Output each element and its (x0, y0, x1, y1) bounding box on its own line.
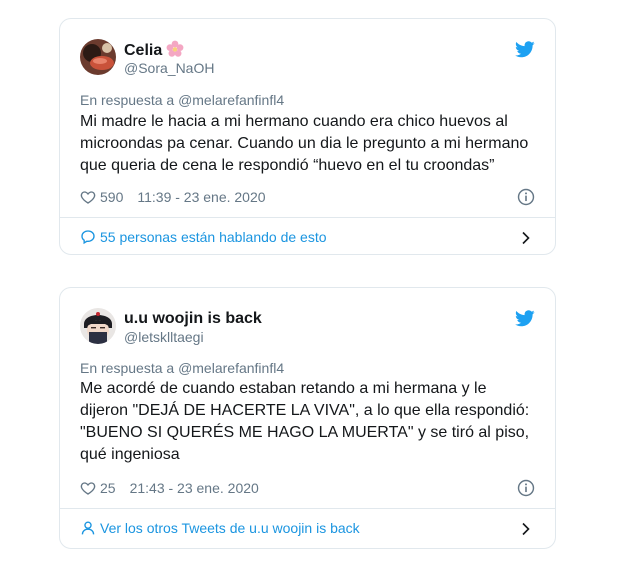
tweet-meta: 590 11:39 - 23 ene. 2020 (80, 187, 266, 207)
tweet-text-line: microondas pa cenar. Cuando un dia le pr… (80, 135, 529, 152)
reply-mention-link[interactable]: @melarefanfinfl4 (178, 360, 284, 376)
tweet-text-line: "BUENO SI QUERÉS ME HAGO LA MUERTA" y se… (80, 424, 530, 441)
like-count: 590 (100, 189, 124, 205)
conversation-link[interactable]: 55 personas están hablando de esto (60, 217, 555, 257)
reply-prefix: En respuesta a (80, 360, 175, 376)
tweet-text: Mi madre le hacia a mi hermano cuando er… (80, 111, 540, 177)
reply-context: En respuesta a @melarefanfinfl4 (80, 91, 284, 109)
tweet-text-line: que queria de cena le respondió “huevo e… (80, 157, 495, 174)
reply-context: En respuesta a @melarefanfinfl4 (80, 359, 284, 377)
like-button[interactable]: 590 (80, 187, 123, 207)
timestamp[interactable]: 21:43 - 23 ene. 2020 (130, 480, 259, 496)
twitter-bird-icon[interactable] (515, 41, 535, 58)
tweet-card[interactable]: u.u woojin is back @letsklltaegi En resp… (59, 287, 556, 549)
tweet-text-line: dijeron "DEJÁ DE HACERTE LA VIVA", a lo … (80, 402, 530, 419)
user-handle[interactable]: @letsklltaegi (124, 329, 204, 346)
tweet-text-line: qué ingeniosa (80, 446, 180, 463)
twitter-bird-icon[interactable] (515, 310, 535, 327)
tweet-text-line: Me acordé de cuando estaban retando a mi… (80, 380, 487, 397)
tweet-meta: 25 21:43 - 23 ene. 2020 (80, 478, 259, 498)
person-icon (81, 521, 95, 535)
conversation-link-text[interactable]: 55 personas están hablando de esto (100, 228, 327, 246)
tweet-text-line: Mi madre le hacia a mi hermano cuando er… (80, 113, 508, 130)
heart-icon (80, 191, 96, 204)
timestamp[interactable]: 11:39 - 23 ene. 2020 (137, 189, 265, 205)
reply-mention-link[interactable]: @melarefanfinfl4 (178, 92, 284, 108)
avatar[interactable] (80, 39, 116, 75)
tweet-card[interactable]: Celia @Sora_NaOH En respuesta a @melaref… (59, 18, 556, 255)
speech-bubble-icon (81, 230, 95, 245)
avatar[interactable] (80, 308, 116, 344)
like-button[interactable]: 25 (80, 478, 116, 498)
tweet-text: Me acordé de cuando estaban retando a mi… (80, 378, 540, 466)
display-name[interactable]: u.u woojin is back (124, 309, 262, 329)
user-handle[interactable]: @Sora_NaOH (124, 60, 214, 77)
more-tweets-link-text[interactable]: Ver los otros Tweets de u.u woojin is ba… (100, 519, 360, 537)
chevron-right-icon[interactable] (521, 231, 531, 245)
like-count: 25 (100, 480, 116, 496)
reply-prefix: En respuesta a (80, 92, 175, 108)
more-tweets-link[interactable]: Ver los otros Tweets de u.u woojin is ba… (60, 508, 555, 548)
info-icon[interactable] (517, 479, 535, 497)
heart-icon (80, 482, 96, 495)
cherry-blossom-icon (166, 40, 184, 58)
chevron-right-icon[interactable] (521, 522, 531, 536)
info-icon[interactable] (517, 188, 535, 206)
display-name[interactable]: Celia (124, 42, 162, 59)
